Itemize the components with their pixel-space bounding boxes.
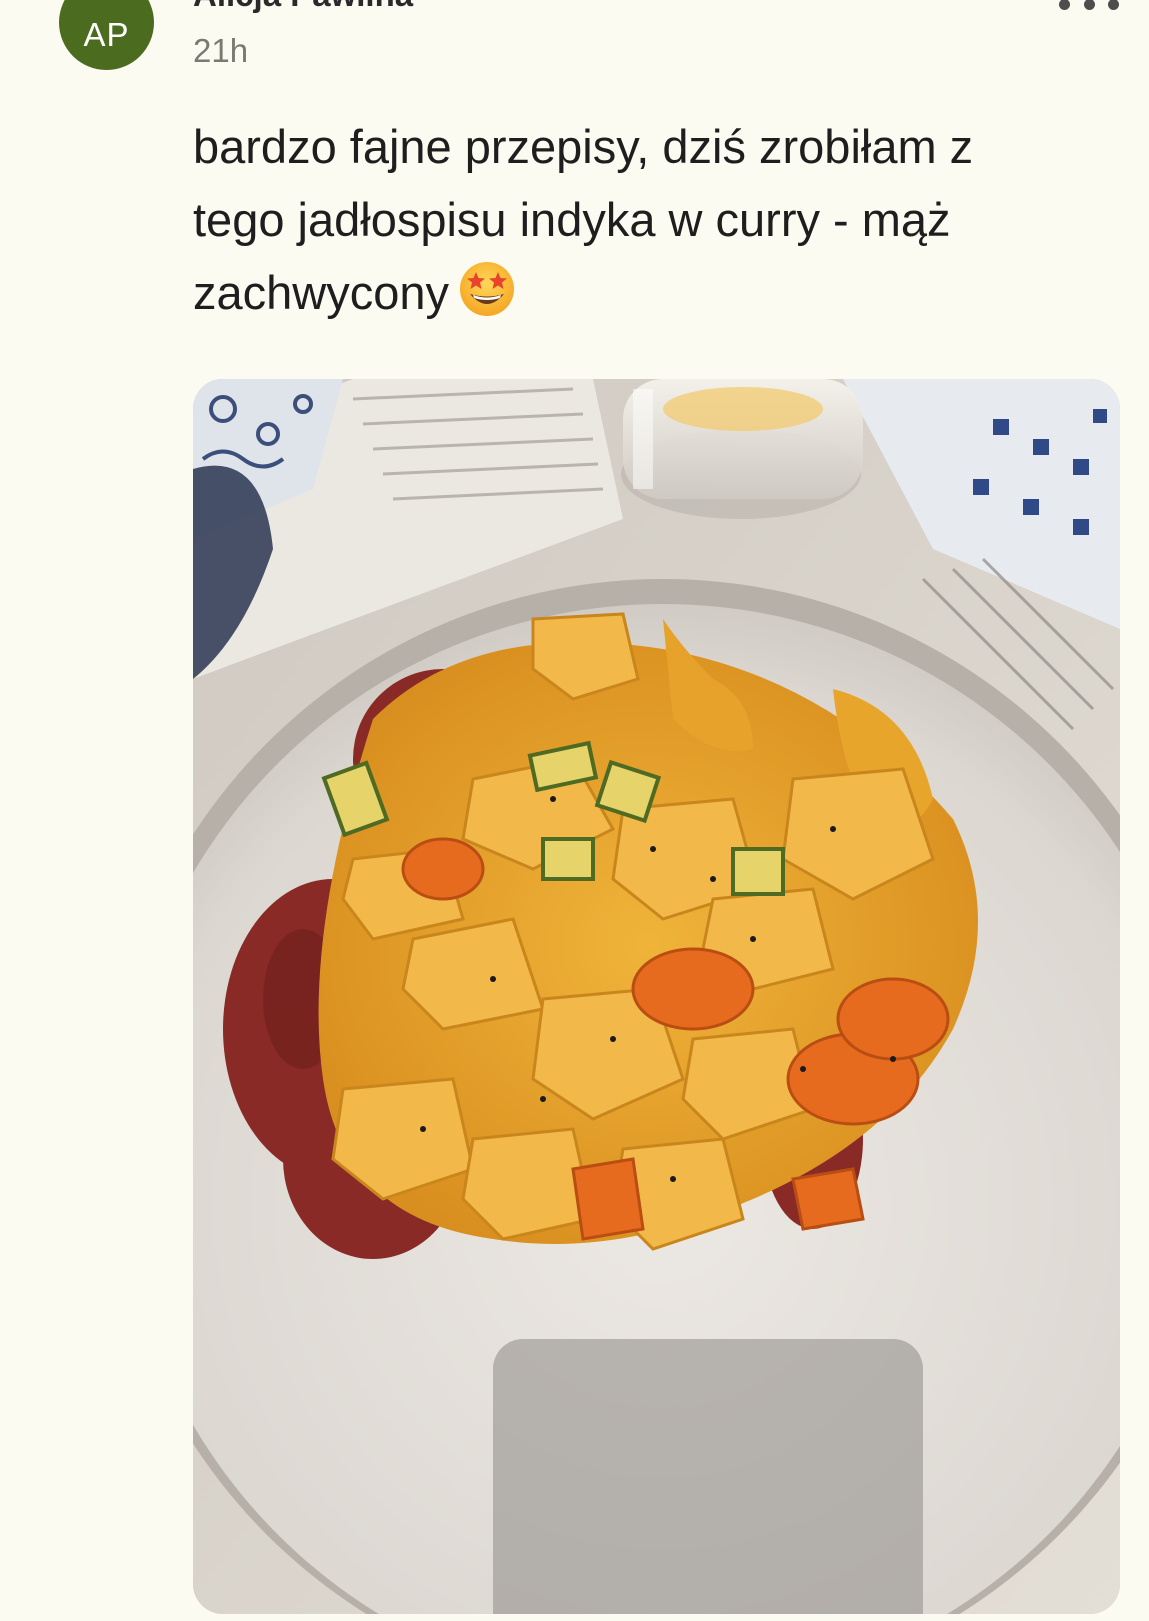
- avatar-initials: AP: [83, 15, 130, 53]
- star-struck-emoji: [460, 262, 514, 316]
- more-horizontal-icon: [1059, 0, 1070, 10]
- avatar[interactable]: AP: [59, 0, 154, 70]
- post-photo[interactable]: [193, 379, 1120, 1614]
- post-timestamp[interactable]: 21h: [193, 32, 248, 70]
- curry-dish-photo: [193, 379, 1120, 1614]
- post-body: bardzo fajne przepisy, dziś zrobiłam z t…: [193, 110, 1073, 329]
- post-card: AP Alicja Pawlina 21h bardzo fajne przep…: [0, 0, 1149, 1621]
- post-text: bardzo fajne przepisy, dziś zrobiłam z t…: [193, 120, 974, 319]
- author-name[interactable]: Alicja Pawlina: [193, 0, 413, 14]
- more-options-button[interactable]: [1059, 0, 1119, 16]
